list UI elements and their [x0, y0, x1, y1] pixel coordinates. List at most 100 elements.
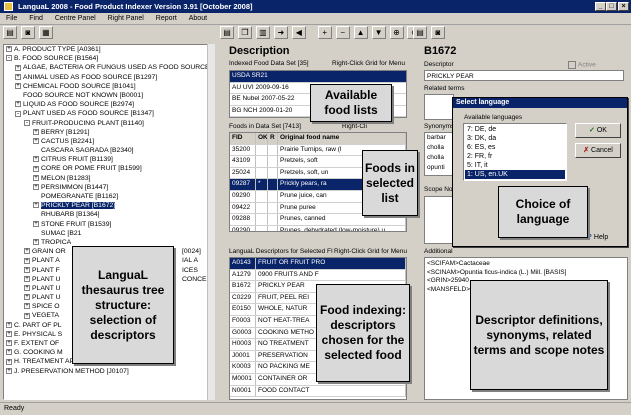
language-option[interactable]: 7: DE, de — [465, 125, 565, 134]
print-icon[interactable]: ▤ — [3, 26, 17, 39]
tree-scrollbar[interactable] — [207, 44, 215, 400]
expand-icon[interactable]: + — [15, 73, 21, 80]
synonym-item[interactable]: cholla — [427, 143, 453, 153]
tree-node[interactable]: CASCARA SAGRADA [B2340] — [4, 146, 214, 155]
expand-icon[interactable]: + — [33, 202, 39, 209]
tree-node[interactable]: - FRUIT-PRODUCING PLANT [B1140] — [4, 119, 214, 128]
tree-node[interactable]: FOOD SOURCE NOT KNOWN [B0001] — [4, 91, 214, 100]
expand-icon[interactable]: + — [6, 321, 12, 328]
expand-icon[interactable]: + — [15, 101, 21, 108]
expand-icon[interactable]: + — [33, 138, 39, 145]
add-icon[interactable]: + — [317, 26, 332, 39]
tree-node[interactable]: + LIQUID AS FOOD SOURCE [B2974] — [4, 100, 214, 109]
scope-notes-box[interactable] — [424, 196, 454, 244]
column-header[interactable]: R — [268, 133, 278, 144]
copy-icon[interactable]: ❐ — [237, 26, 252, 39]
related-terms-box[interactable] — [424, 94, 454, 120]
menu-about[interactable]: About — [189, 15, 207, 22]
dataset-row[interactable]: USDA SR21 — [230, 71, 406, 83]
expand-icon[interactable]: + — [24, 294, 30, 301]
binoculars-icon[interactable]: ◙ — [20, 26, 35, 39]
menu-find[interactable]: Find — [29, 15, 43, 22]
expand-icon[interactable]: + — [24, 275, 30, 282]
tree-node[interactable]: + CHEMICAL FOOD SOURCE [B1041] — [4, 82, 214, 91]
tree-node[interactable]: + CORE OR POME FRUIT [B1599] — [4, 164, 214, 173]
synonym-item[interactable]: cholla — [427, 153, 453, 163]
synonym-item[interactable]: opunti — [427, 163, 453, 173]
expand-icon[interactable]: ▦ — [38, 26, 53, 39]
paste-icon[interactable]: ▥ — [255, 26, 270, 39]
expand-icon[interactable]: + — [24, 285, 30, 292]
expand-icon[interactable]: + — [24, 303, 30, 310]
column-header[interactable]: OK — [256, 133, 268, 144]
tree-node[interactable]: - PLANT USED AS FOOD SOURCE [B1347] — [4, 109, 214, 118]
expand-icon[interactable]: + — [6, 331, 12, 338]
expand-icon[interactable]: + — [33, 184, 39, 191]
expand-icon[interactable]: + — [6, 349, 12, 356]
tree-node[interactable]: + PRICKLY PEAR [B1672] — [4, 201, 214, 210]
expand-icon[interactable]: + — [33, 156, 39, 163]
collapse-icon[interactable]: - — [24, 119, 30, 126]
collapse-icon[interactable]: - — [6, 55, 12, 62]
back-icon[interactable]: ◀ — [291, 26, 306, 39]
descriptor-row[interactable]: A1279 0900 FRUITS AND F — [230, 269, 406, 282]
tree-node[interactable]: POMEGRANATE [B1162] — [4, 192, 214, 201]
print-icon[interactable]: ▤ — [220, 26, 234, 39]
binoculars-icon[interactable]: ◙ — [430, 26, 445, 39]
tree-node[interactable]: + BERRY [B1291] — [4, 128, 214, 137]
language-option[interactable]: 2: FR, fr — [465, 152, 565, 161]
ok-button[interactable]: ✓ OK — [575, 123, 621, 138]
menu-right-panel[interactable]: Right Panel — [108, 15, 144, 22]
synonym-item[interactable]: barbar — [427, 133, 453, 143]
expand-icon[interactable]: + — [6, 358, 12, 365]
tree-node[interactable]: - B. FOOD SOURCE [B1564] — [4, 54, 214, 63]
forward-icon[interactable]: ➜ — [273, 26, 288, 39]
close-button[interactable]: × — [618, 2, 629, 11]
menu-centre-panel[interactable]: Centre Panel — [55, 15, 96, 22]
expand-icon[interactable]: + — [6, 367, 12, 374]
column-header[interactable]: Original food name — [278, 133, 406, 144]
language-option[interactable]: 6: ES, es — [465, 143, 565, 152]
maximize-button[interactable]: □ — [606, 2, 617, 11]
tree-node[interactable]: + CACTUS [B2241] — [4, 137, 214, 146]
collapse-icon[interactable]: - — [15, 110, 21, 117]
food-row[interactable]: 09290 Prunes, dehydrated (low-moisture) u — [230, 225, 406, 231]
expand-icon[interactable]: + — [15, 64, 21, 71]
cancel-button[interactable]: ✗ Cancel — [575, 143, 621, 158]
active-checkbox[interactable]: Active — [568, 61, 596, 69]
descriptor-field[interactable]: PRICKLY PEAR — [424, 70, 624, 81]
descriptor-row[interactable]: N0001 FOOD CONTACT — [230, 385, 406, 398]
expand-icon[interactable]: + — [33, 239, 39, 246]
language-list[interactable]: 7: DE, de 3: DK, da 6: ES, es 2: FR, fr 5: I… — [463, 123, 567, 181]
move-up-icon[interactable]: ▲ — [353, 26, 368, 39]
expand-icon[interactable]: + — [24, 248, 30, 255]
print-icon[interactable]: ▤ — [413, 26, 427, 39]
remove-icon[interactable]: − — [335, 26, 350, 39]
expand-icon[interactable]: + — [33, 165, 39, 172]
expand-icon[interactable]: + — [33, 174, 39, 181]
zoom-in-icon[interactable]: ⊕ — [389, 26, 404, 39]
menu-file[interactable]: File — [6, 15, 17, 22]
descriptor-row[interactable]: A0143 FRUIT OR FRUIT PRO — [230, 258, 406, 270]
tree-node[interactable]: + ALGAE, BACTERIA OR FUNGUS USED AS FOOD … — [4, 63, 214, 72]
move-down-icon[interactable]: ▼ — [371, 26, 386, 39]
tree-node[interactable]: + ANIMAL USED AS FOOD SOURCE [B1297] — [4, 73, 214, 82]
tree-node[interactable]: + MELON [B1283] — [4, 174, 214, 183]
expand-icon[interactable]: + — [24, 257, 30, 264]
expand-icon[interactable]: + — [6, 46, 12, 53]
tree-node[interactable]: + J. PRESERVATION METHOD [J0107] — [4, 367, 214, 376]
expand-icon[interactable]: + — [15, 82, 21, 89]
expand-icon[interactable]: + — [6, 340, 12, 347]
language-option[interactable]: 1: US, en.UK — [465, 170, 565, 179]
tree-node[interactable]: RHUBARB [B1364] — [4, 210, 214, 219]
tree-node[interactable]: + PERSIMMON [B1447] — [4, 183, 214, 192]
tree-node[interactable]: + A. PRODUCT TYPE [A0361] — [4, 45, 214, 54]
language-option[interactable]: 3: DK, da — [465, 134, 565, 143]
tree-node[interactable]: + STONE FRUIT [B1539] — [4, 220, 214, 229]
tree-node[interactable]: SUMAC [B21 — [4, 229, 214, 238]
expand-icon[interactable]: + — [24, 266, 30, 273]
synonyms-list[interactable]: barbar cholla cholla opunti — [424, 132, 454, 176]
minimize-button[interactable]: _ — [595, 2, 606, 11]
expand-icon[interactable]: + — [24, 312, 30, 319]
column-header[interactable]: FID — [230, 133, 256, 144]
